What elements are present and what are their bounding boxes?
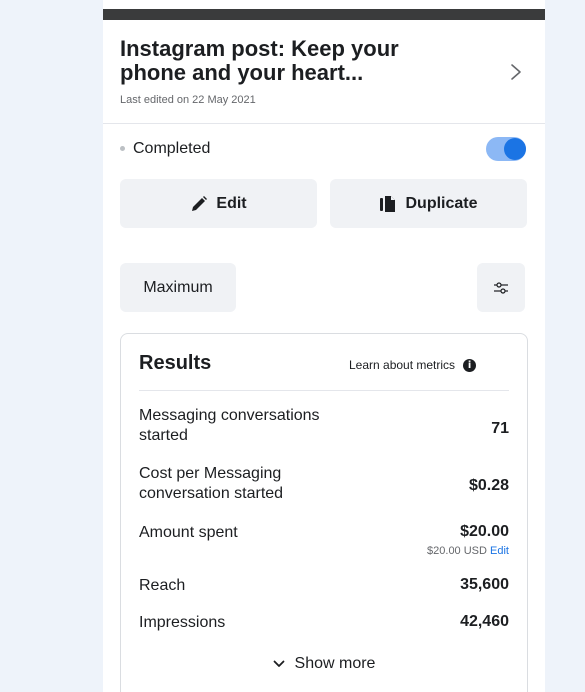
status-toggle[interactable] (486, 137, 526, 161)
learn-about-metrics-label: Learn about metrics (349, 358, 456, 372)
edit-button[interactable]: Edit (120, 179, 317, 228)
phone-screen: Instagram post: Keep your phone and your… (103, 0, 545, 692)
metric-value: 71 (491, 420, 509, 437)
duplicate-button[interactable]: Duplicate (330, 179, 527, 228)
right-background (545, 0, 585, 692)
edit-label: Edit (216, 194, 247, 212)
amount-currency: $20.00 USD (427, 545, 487, 557)
duplicate-icon (380, 195, 396, 212)
budget-selector[interactable]: Maximum (120, 263, 236, 312)
metric-label: Impressions (139, 614, 226, 631)
results-title: Results (139, 352, 212, 374)
metric-label: Amount spent (139, 524, 238, 541)
show-more-button[interactable]: Show more (121, 655, 527, 673)
post-title: Instagram post: Keep your phone and your… (120, 36, 399, 85)
card-divider (139, 390, 509, 391)
metric-label: Messaging conversations started (139, 407, 320, 444)
budget-selector-label: Maximum (143, 278, 213, 296)
sliders-icon (494, 281, 508, 294)
metric-value: $0.28 (468, 477, 509, 494)
show-more-label: Show more (294, 655, 376, 672)
filter-button[interactable] (477, 263, 525, 312)
metric-label: Reach (139, 577, 186, 594)
left-background (0, 0, 103, 692)
chevron-right-icon[interactable] (506, 60, 526, 84)
status-dot (120, 146, 125, 151)
metric-value: 42,460 (460, 613, 509, 630)
metric-value: 35,600 (460, 576, 509, 593)
results-card: Results Learn about metrics i Messaging … (120, 333, 528, 692)
pencil-icon (192, 195, 208, 211)
learn-about-metrics-link[interactable]: Learn about metrics i (349, 358, 477, 372)
toggle-knob (504, 138, 526, 160)
amount-currency-row: $20.00 USD Edit (427, 545, 509, 557)
last-edited-text: Last edited on 22 May 2021 (120, 94, 256, 106)
metric-label: Cost per Messaging conversation started (139, 465, 284, 502)
status-row: Completed (103, 124, 545, 174)
status-label: Completed (133, 140, 211, 157)
duplicate-label: Duplicate (405, 194, 478, 212)
metric-value: $20.00 (460, 523, 509, 540)
amount-edit-link[interactable]: Edit (490, 545, 509, 557)
chevron-down-icon (273, 660, 284, 667)
top-bar (103, 9, 545, 20)
info-icon: i (463, 358, 477, 372)
post-header[interactable]: Instagram post: Keep your phone and your… (103, 20, 545, 124)
